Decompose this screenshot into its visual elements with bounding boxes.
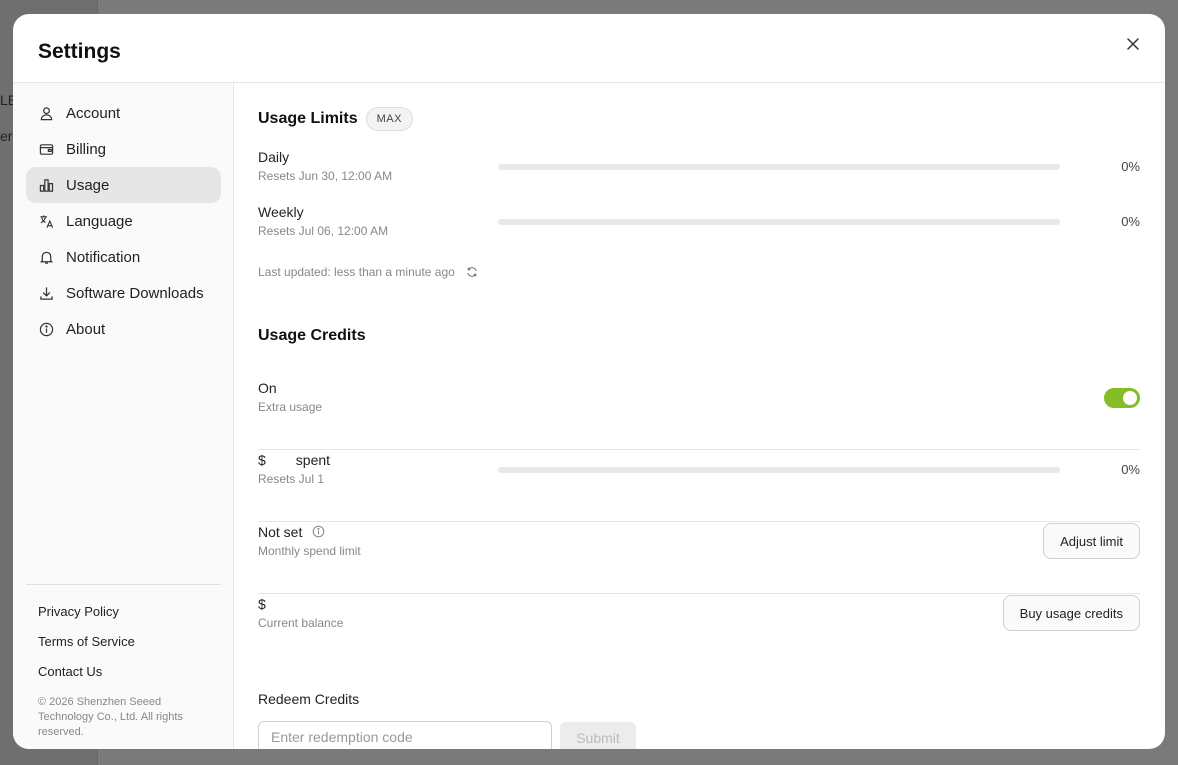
weekly-reset-text: Resets Jul 06, 12:00 AM: [258, 224, 389, 238]
privacy-policy-link[interactable]: Privacy Policy: [38, 597, 221, 627]
sidebar-item-account[interactable]: Account: [26, 95, 221, 131]
sidebar-item-software-downloads[interactable]: Software Downloads: [26, 275, 221, 311]
daily-reset-text: Resets Jun 30, 12:00 AM: [258, 169, 393, 183]
sidebar-item-notification[interactable]: Notification: [26, 239, 221, 275]
sidebar-item-label: Software Downloads: [66, 284, 204, 302]
contact-us-link[interactable]: Contact Us: [38, 657, 221, 687]
wallet-icon: [38, 141, 54, 157]
last-updated-text: Last updated: less than a minute ago: [258, 265, 455, 279]
refresh-icon: [467, 267, 477, 277]
buy-usage-credits-button[interactable]: Buy usage credits: [1002, 595, 1140, 631]
close-button[interactable]: [1121, 32, 1145, 56]
usage-credits-title: Usage Credits: [258, 327, 366, 344]
toggle-knob: [1123, 391, 1137, 405]
translate-icon: [38, 213, 54, 229]
daily-limit-row: Daily Resets Jun 30, 12:00 AM 0%: [258, 149, 1140, 189]
sidebar-item-label: About: [66, 320, 106, 338]
spent-reset-text: Resets Jul 1: [258, 472, 325, 486]
spent-row: $ spent Resets Jul 1 0%: [258, 452, 1140, 522]
refresh-button[interactable]: [465, 265, 479, 279]
extra-usage-row: On Extra usage: [258, 380, 1140, 450]
spent-currency: $: [258, 452, 266, 468]
info-icon: [38, 321, 54, 337]
extra-usage-status: On: [258, 380, 277, 396]
weekly-progress-bar: [498, 219, 1060, 225]
spend-limit-row: Not set Monthly spend limit Adjust limit: [258, 523, 1140, 594]
weekly-limit-row: Weekly Resets Jul 06, 12:00 AM 0%: [258, 204, 1140, 244]
sidebar-item-label: Account: [66, 104, 121, 122]
sidebar-item-label: Billing: [66, 140, 107, 158]
sidebar-nav: Account Billing Usage Language Notificat…: [26, 95, 221, 347]
spent-progress-bar: [498, 467, 1060, 473]
balance-row: $ Current balance Buy usage credits: [258, 595, 1140, 664]
modal-header: Settings: [13, 14, 1165, 83]
copyright-text: © 2026 Shenzhen Seeed Technology Co., Lt…: [38, 696, 183, 738]
sidebar-item-billing[interactable]: Billing: [26, 131, 221, 167]
sidebar-item-about[interactable]: About: [26, 311, 221, 347]
settings-sidebar: Account Billing Usage Language Notificat…: [13, 83, 234, 749]
bell-icon: [38, 249, 54, 265]
redemption-code-input[interactable]: [258, 721, 552, 749]
sidebar-item-label: Usage: [66, 176, 110, 194]
spent-text: spent: [295, 452, 331, 468]
settings-modal: Settings Account Billing Usage Language …: [13, 14, 1165, 749]
sidebar-footer: Privacy Policy Terms of Service Contact …: [26, 584, 221, 740]
sidebar-item-label: Notification: [66, 248, 141, 266]
redeem-credits-title: Redeem Credits: [258, 691, 360, 707]
sidebar-item-language[interactable]: Language: [26, 203, 221, 239]
close-icon: [1127, 38, 1139, 50]
spend-limit-value: Not set: [258, 524, 1140, 540]
info-icon: [312, 525, 325, 538]
terms-of-service-link[interactable]: Terms of Service: [38, 627, 221, 657]
download-icon: [38, 285, 54, 301]
spend-limit-text: Not set: [258, 524, 303, 540]
weekly-label: Weekly: [258, 204, 304, 220]
modal-title: Settings: [38, 40, 121, 63]
adjust-limit-button[interactable]: Adjust limit: [1043, 523, 1140, 559]
extra-usage-toggle[interactable]: [1104, 388, 1140, 408]
user-icon: [38, 105, 54, 121]
weekly-percent: 0%: [1121, 214, 1140, 229]
plan-badge: MAX: [365, 107, 413, 131]
background-text: er: [0, 128, 13, 144]
bar-chart-icon: [38, 177, 54, 193]
usage-limits-title: Usage Limits: [258, 110, 358, 127]
spent-percent: 0%: [1121, 462, 1140, 477]
spent-label: $ spent: [258, 452, 1140, 468]
spend-limit-label: Monthly spend limit: [258, 544, 361, 558]
sidebar-item-usage[interactable]: Usage: [26, 167, 221, 203]
usage-panel: Usage Limits MAX Daily Resets Jun 30, 12…: [234, 83, 1165, 749]
sidebar-item-label: Language: [66, 212, 133, 230]
submit-button[interactable]: Submit: [560, 722, 636, 749]
usage-limits-header: Usage Limits MAX: [258, 107, 413, 131]
daily-label: Daily: [258, 149, 290, 165]
daily-progress-bar: [498, 164, 1060, 170]
daily-percent: 0%: [1121, 159, 1140, 174]
extra-usage-label: Extra usage: [258, 400, 323, 414]
last-updated: Last updated: less than a minute ago: [258, 265, 479, 279]
